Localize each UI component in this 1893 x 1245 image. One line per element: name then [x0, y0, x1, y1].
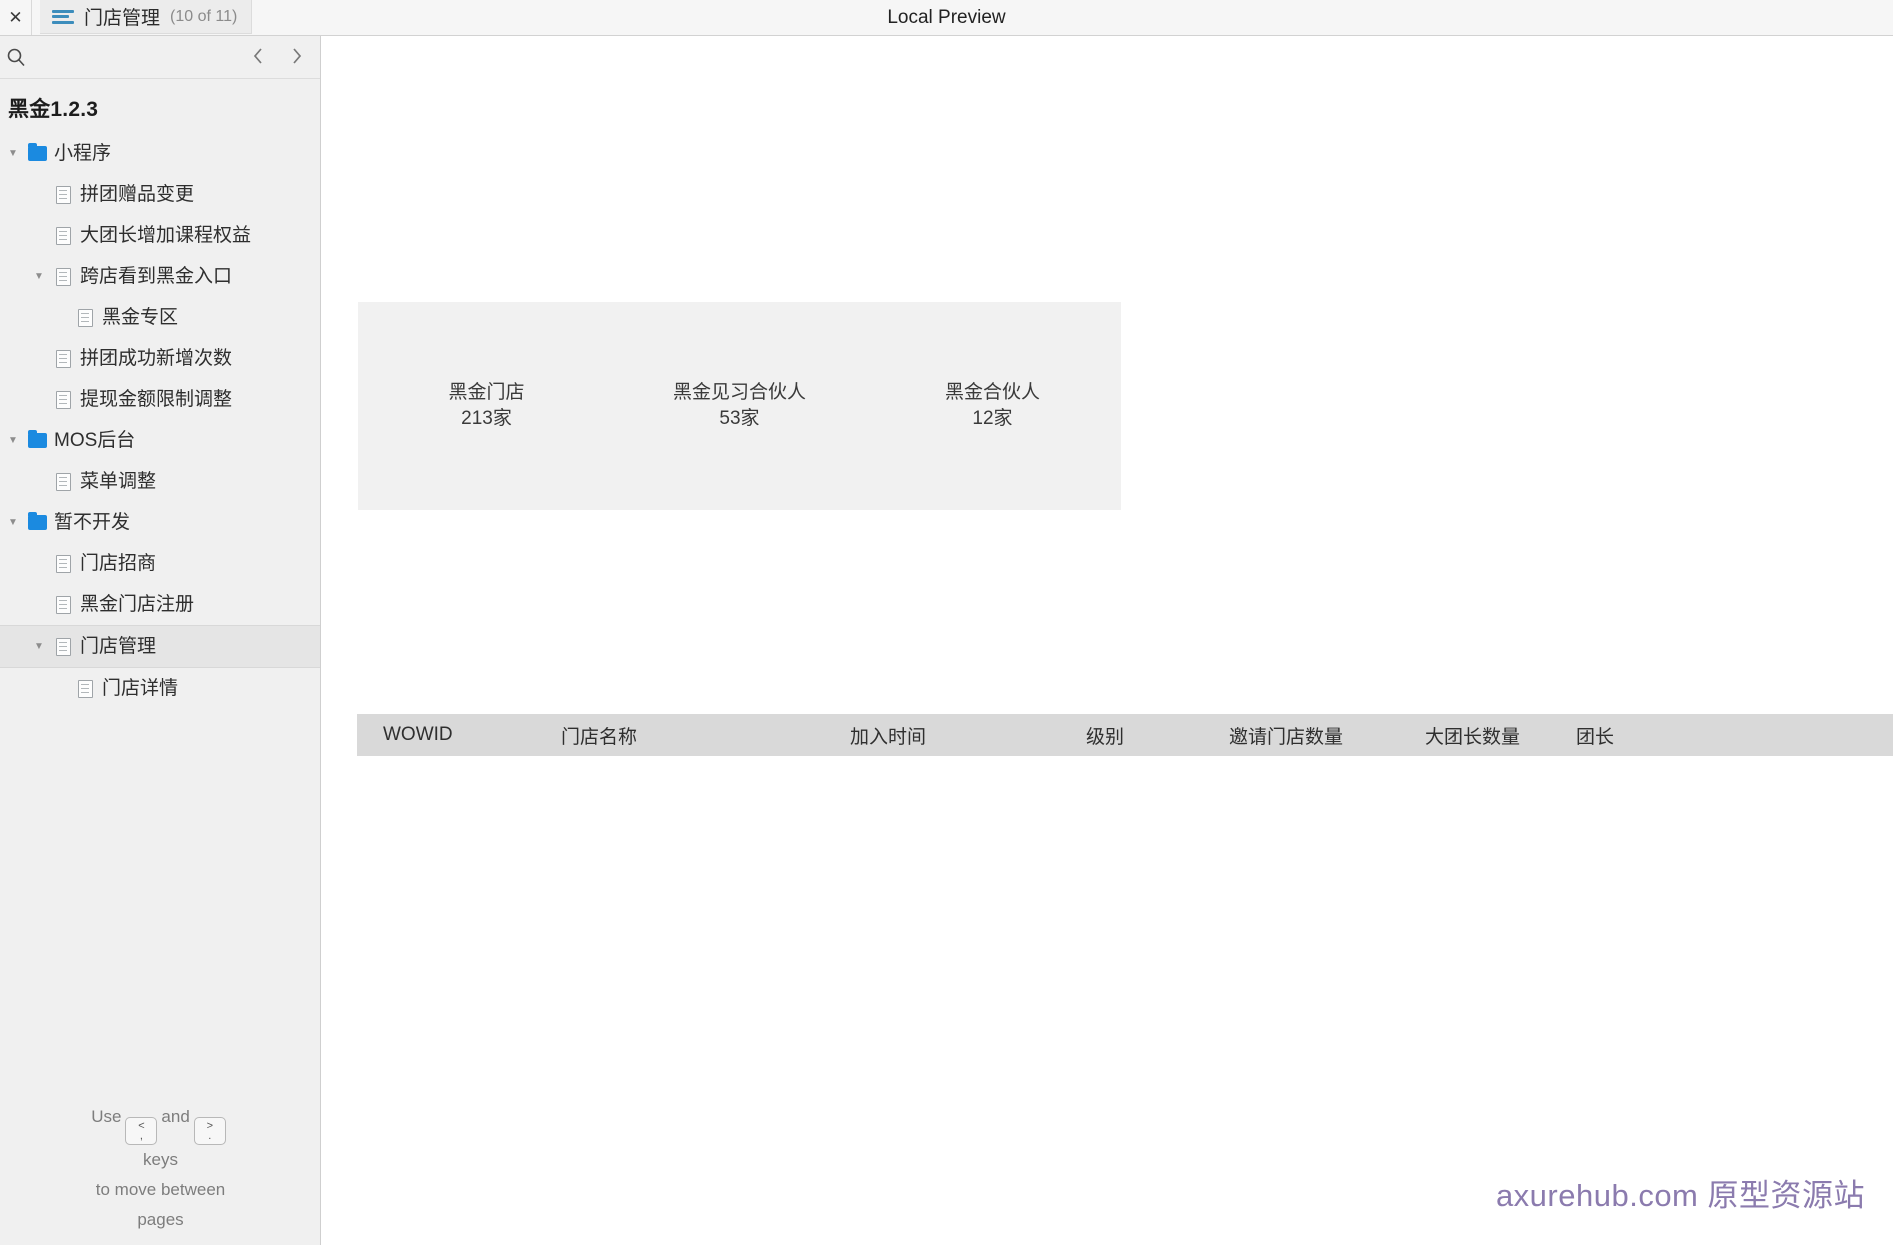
table-column-header[interactable]: 级别 [1086, 722, 1124, 749]
stat-card-stores[interactable]: 黑金门店 213家 [358, 302, 615, 510]
top-bar: ✕ 门店管理 (10 of 11) Local Preview [0, 0, 1893, 36]
page-icon [50, 637, 76, 656]
chevron-right-icon[interactable] [286, 43, 306, 69]
prototype-canvas: 黑金门店 213家 黑金见习合伙人 53家 黑金合伙人 12家 WOWID 门店名… [322, 36, 1893, 1245]
tree-item-3[interactable]: ▼ 跨店看到黑金入口 [0, 256, 320, 297]
page-icon [50, 226, 76, 245]
tree-item-12[interactable]: ▼ 门店管理 [0, 625, 320, 668]
hint-use-label: Use [91, 1106, 122, 1126]
tree-item-label: 拼团赠品变更 [80, 184, 195, 205]
tree-item-label: 跨店看到黑金入口 [80, 266, 233, 287]
page-icon [50, 267, 76, 286]
stat-card-label: 黑金门店 [448, 382, 525, 404]
stat-card-partners[interactable]: 黑金合伙人 12家 [864, 302, 1121, 510]
table-column-header[interactable]: 大团长数量 [1425, 722, 1520, 749]
stat-card-value: 53家 [719, 408, 760, 429]
table-column-header[interactable]: 邀请门店数量 [1229, 722, 1343, 749]
page-icon [50, 472, 76, 491]
tree-item-label: 提现金额限制调整 [80, 389, 233, 410]
tree-item-label: 大团长增加课程权益 [80, 225, 252, 246]
tree-item-0[interactable]: ▼ 小程序 [0, 133, 320, 174]
tree-item-10[interactable]: ▼门店招商 [0, 543, 320, 584]
sidebar-search-row [0, 36, 320, 79]
key-next-bottom: . [208, 1129, 212, 1142]
sidebar: 黑金1.2.3 ▼小程序▼拼团赠品变更▼大团长增加课程权益▼跨店看到黑金入口▼黑… [0, 36, 321, 1245]
tab-page-count: (10 of 11) [170, 7, 238, 25]
page-icon [50, 185, 76, 204]
page-icon [50, 554, 76, 573]
folder-icon [24, 512, 50, 530]
tree-item-2[interactable]: ▼大团长增加课程权益 [0, 215, 320, 256]
stat-card-value: 12家 [972, 408, 1013, 429]
tree-item-1[interactable]: ▼拼团赠品变更 [0, 174, 320, 215]
active-tab[interactable]: 门店管理 (10 of 11) [40, 0, 253, 34]
watermark: axurehub.com 原型资源站 [1495, 1178, 1865, 1213]
tree-item-label: 拼团成功新增次数 [80, 348, 233, 369]
chevron-down-icon[interactable]: ▼ [2, 517, 24, 528]
tree-item-label: 门店详情 [102, 678, 179, 699]
hint-line-4: pages [137, 1210, 184, 1229]
close-tab-button[interactable]: ✕ [0, 0, 32, 35]
project-title: 黑金1.2.3 [8, 98, 99, 121]
tree-item-6[interactable]: ▼提现金额限制调整 [0, 379, 320, 420]
table-column-header[interactable]: WOWID [383, 724, 453, 746]
keyboard-hint: Use <, and >. keys to move between pages [0, 1102, 320, 1236]
page-nav-arrows [248, 43, 306, 69]
page-icon [50, 595, 76, 614]
tree-item-label: 黑金专区 [102, 307, 179, 328]
tree-item-label: 小程序 [54, 143, 112, 164]
tree-item-label: 门店管理 [80, 636, 157, 657]
table-column-header[interactable]: 门店名称 [561, 722, 637, 749]
key-prev-bottom: , [139, 1129, 143, 1142]
search-icon[interactable] [4, 45, 28, 69]
tab-title: 门店管理 [84, 8, 161, 29]
tree-item-8[interactable]: ▼菜单调整 [0, 461, 320, 502]
hint-and-label: and [161, 1106, 190, 1126]
tree-item-label: 黑金门店注册 [80, 594, 195, 615]
stat-card-intern-partners[interactable]: 黑金见习合伙人 53家 [611, 302, 868, 510]
page-icon [72, 679, 98, 698]
preview-title: Local Preview [887, 6, 1006, 28]
chevron-down-icon[interactable]: ▼ [2, 435, 24, 446]
chevron-down-icon[interactable]: ▼ [28, 271, 50, 282]
folder-icon [24, 143, 50, 161]
hint-line-3: to move between [95, 1180, 226, 1199]
search-input[interactable] [32, 42, 236, 74]
tree-item-label: 门店招商 [80, 553, 157, 574]
table-column-header[interactable]: 加入时间 [850, 722, 926, 749]
stat-card-label: 黑金见习合伙人 [672, 382, 806, 404]
key-prev: <, [125, 1117, 158, 1145]
stat-card-value: 213家 [461, 408, 512, 429]
chevron-down-icon[interactable]: ▼ [2, 148, 24, 159]
page-icon [50, 349, 76, 368]
stat-card-label: 黑金合伙人 [944, 382, 1040, 404]
page-icon [50, 390, 76, 409]
chevron-left-icon[interactable] [248, 43, 268, 69]
tree-item-label: MOS后台 [54, 430, 136, 451]
tree-item-11[interactable]: ▼黑金门店注册 [0, 584, 320, 625]
hamburger-icon[interactable] [52, 9, 74, 25]
tree-item-9[interactable]: ▼ 暂不开发 [0, 502, 320, 543]
table-column-header[interactable]: 团长 [1576, 722, 1614, 749]
page-tree: ▼小程序▼拼团赠品变更▼大团长增加课程权益▼跨店看到黑金入口▼黑金专区▼拼团成功… [0, 133, 320, 719]
tree-item-13[interactable]: ▼门店详情 [0, 668, 320, 709]
chevron-down-icon[interactable]: ▼ [28, 641, 50, 652]
tree-item-label: 菜单调整 [80, 471, 157, 492]
tree-item-5[interactable]: ▼拼团成功新增次数 [0, 338, 320, 379]
key-next: >. [193, 1117, 226, 1145]
hint-line-2: keys [143, 1150, 178, 1169]
tree-item-label: 暂不开发 [54, 512, 131, 533]
tree-item-7[interactable]: ▼ MOS后台 [0, 420, 320, 461]
folder-icon [24, 430, 50, 448]
tree-item-4[interactable]: ▼黑金专区 [0, 297, 320, 338]
table-header-row: WOWID 门店名称 加入时间 级别 邀请门店数量 大团长数量 团长 [357, 714, 1893, 756]
page-icon [72, 308, 98, 327]
